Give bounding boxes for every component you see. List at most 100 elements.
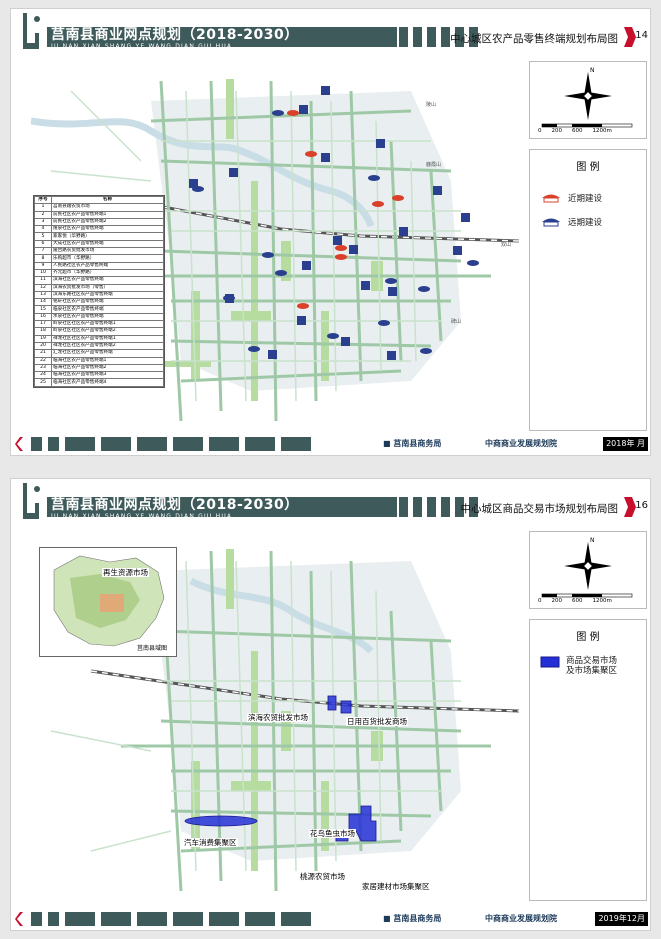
prev-arrow-icon xyxy=(15,912,23,926)
row-number: 2 xyxy=(34,210,52,219)
footer-band: ■ 莒南县商务局 中商商业发展规划院 xyxy=(375,912,605,926)
row-number: 3 xyxy=(34,217,52,227)
row-number: 22 xyxy=(34,356,52,365)
row-name: 人民路社区农产品零售终端 xyxy=(51,261,164,270)
table-row: 1 莒南县踏农贸市场 xyxy=(34,203,164,212)
svg-text:N: N xyxy=(590,537,595,544)
row-number: 18 xyxy=(34,327,52,336)
county-inset-map: 再生资源市场 莒南县域图 xyxy=(39,547,177,657)
row-name: 水泉社区农产品零售终端 xyxy=(51,312,164,322)
row-name: 前民社区农产品零售终端2 xyxy=(51,217,164,227)
map-title: 中心城区农产品零售终端规划布局图 xyxy=(450,33,618,45)
footer-institute: 中商商业发展规划院 xyxy=(485,914,557,923)
row-name: 齐元超市（华野路） xyxy=(51,268,164,278)
table-row: 4 隆泉社区农产品零售终端 xyxy=(34,225,164,234)
page-header: 莒南县商业网点规划（2018-2030） JU NAN XIAN SHANG Y… xyxy=(11,479,650,523)
row-name: 岭泉社区社区农产品零售终端2 xyxy=(51,327,164,336)
legend-item-far: 远期建设 xyxy=(540,216,602,228)
market-stall-icon xyxy=(542,194,560,203)
row-name: 临海社区农产品零售终端2 xyxy=(51,363,164,373)
row-name: 滨海社区农产品零售终端 xyxy=(51,276,164,285)
table-row: 20 祥龙社区社区农产品零售终端2 xyxy=(34,341,164,351)
table-row: 21 汇龙社区社区农产品零售终端 xyxy=(34,349,164,358)
page-footer: ■ 莒南县商务局 中商商业发展规划院 2018年 月 xyxy=(15,437,648,451)
row-number: 9 xyxy=(34,261,52,270)
row-number: 25 xyxy=(34,378,52,387)
table-row: 13 滨海东路社区农产品零售终端 xyxy=(34,290,164,300)
footer-org: ■ 莒南县商务局 xyxy=(383,914,442,923)
row-name: 祥龙社区社区农产品零售终端1 xyxy=(51,334,164,343)
row-number: 7 xyxy=(34,247,52,256)
county-map xyxy=(53,555,165,647)
scale-ticks: 0 200 600 1200m xyxy=(538,598,612,604)
page-header: 莒南县商业网点规划（2018-2030） JU NAN XIAN SHANG Y… xyxy=(11,9,650,53)
compass-icon: N xyxy=(541,67,633,128)
row-number: 24 xyxy=(34,371,52,380)
table-row: 14 铭轩社区农产品零售终端 xyxy=(34,298,164,307)
map-label-taoyuan-market: 桃源农贸市场 xyxy=(299,872,346,881)
row-number: 12 xyxy=(34,283,52,292)
row-name: 前民社区农产品零售终端1 xyxy=(51,210,164,219)
scale-ticks: 0 200 600 1200m xyxy=(538,128,612,134)
row-number: 19 xyxy=(34,334,52,343)
row-number: 15 xyxy=(34,305,52,314)
row-name: 临海社区农产品零售终端4 xyxy=(51,378,164,387)
page-subtitle: JU NAN XIAN SHANG YE WANG DIAN GUI HUA xyxy=(51,43,233,50)
row-name: 临海社区农产品零售终端1 xyxy=(51,356,164,365)
table-row: 3 前民社区农产品零售终端2 xyxy=(34,217,164,227)
table-row: 22 临海社区农产品零售终端1 xyxy=(34,356,164,365)
table-row: 12 滨海农贸批发市场（零售） xyxy=(34,283,164,292)
page-subtitle: JU NAN XIAN SHANG YE WANG DIAN GUI HUA xyxy=(51,513,233,520)
row-number: 21 xyxy=(34,349,52,358)
prev-arrow-icon xyxy=(15,437,23,451)
table-row: 10 齐元超市（华野路） xyxy=(34,268,164,278)
row-number: 4 xyxy=(34,225,52,234)
market-stall-icon xyxy=(542,218,560,227)
legend-item-near: 近期建设 xyxy=(540,192,602,204)
row-name: 乐购超市（华野路） xyxy=(51,254,164,263)
row-name: 祥龙社区社区农产品零售终端2 xyxy=(51,341,164,351)
footer-band: ■ 莒南县商务局 中商商业发展规划院 xyxy=(375,437,605,451)
page-title: 莒南县商业网点规划（2018-2030） xyxy=(51,497,299,513)
footer-blocks xyxy=(31,437,311,451)
row-number: 20 xyxy=(34,341,52,351)
row-name: 铭轩社区农产品零售终端 xyxy=(51,298,164,307)
row-number: 6 xyxy=(34,239,52,249)
footer-date: 2019年12月 xyxy=(595,912,648,926)
row-number: 8 xyxy=(34,254,52,263)
footer-org: ■ 莒南县商务局 xyxy=(383,439,442,448)
page-number: 14 xyxy=(635,30,648,41)
table-row: 6 大成社区农产品零售终端 xyxy=(34,239,164,249)
svg-text:陵山: 陵山 xyxy=(426,101,436,108)
row-number: 23 xyxy=(34,363,52,373)
svg-text:碑山: 碑山 xyxy=(451,318,461,325)
map-title: 中心城区商品交易市场规划布局图 xyxy=(460,503,619,515)
row-number: 5 xyxy=(34,232,52,241)
legend-item-market-zone: 商品交易市场 及市场集聚区 xyxy=(540,656,617,676)
footer-date: 2018年 月 xyxy=(603,437,648,451)
row-name: 滨海农贸批发市场（零售） xyxy=(51,283,164,292)
inset-caption: 莒南县域图 xyxy=(136,644,169,653)
table-row: 7 陵台路农贸批发市场 xyxy=(34,247,164,256)
market-zone-icon xyxy=(540,656,560,668)
inset-market-label: 再生资源市场 xyxy=(102,568,149,577)
footer-blocks xyxy=(31,912,311,926)
facility-table: 序号 名称 1 莒南县踏农贸市场 2 前民社区农产品零售终端1 3 前民社区农产品零售终端2… xyxy=(33,195,165,388)
table-row: 25 临海社区农产品零售终端4 xyxy=(34,378,164,387)
map-label-binhai-market: 滨海农贸批发市场 xyxy=(247,713,309,722)
table-row: 11 滨海社区农产品零售终端 xyxy=(34,276,164,285)
table-row: 24 临海社区农产品零售终端3 xyxy=(34,371,164,380)
map-label-auto-zone: 汽车消费集聚区 xyxy=(183,838,238,847)
plan-page-16: 莒南县商业网点规划（2018-2030） JU NAN XIAN SHANG Y… xyxy=(10,478,651,931)
row-name: 岭泉社区社区农产品零售终端1 xyxy=(51,320,164,329)
north-arrow-panel: N 0 200 600 1200m xyxy=(529,61,647,139)
row-number: 16 xyxy=(34,312,52,322)
svg-text:N: N xyxy=(590,67,595,74)
logo-icon xyxy=(23,13,40,49)
row-name: 滨海东路社区农产品零售终端 xyxy=(51,290,164,300)
row-number: 1 xyxy=(34,203,52,212)
row-name: 隆泉社区农产品零售终端 xyxy=(51,225,164,234)
plan-page-14: 莒南县商业网点规划（2018-2030） JU NAN XIAN SHANG Y… xyxy=(10,8,651,456)
row-name: 临海社区农产品零售终端3 xyxy=(51,371,164,380)
row-number: 17 xyxy=(34,320,52,329)
